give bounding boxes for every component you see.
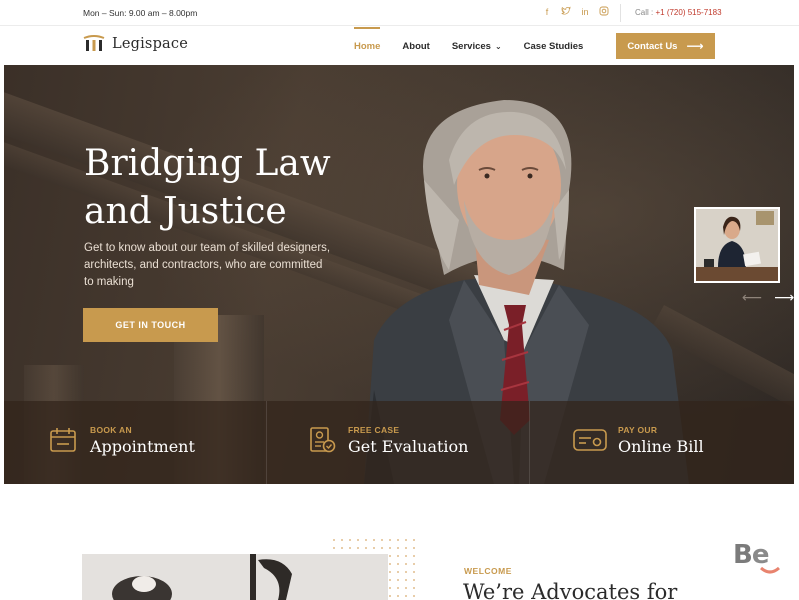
- hero-title: Bridging Law and Justice: [84, 140, 384, 236]
- feature-book-appointment[interactable]: BOOK AN Appointment: [4, 401, 267, 484]
- section-eyebrow: WELCOME: [464, 566, 512, 576]
- nav-item-case-studies[interactable]: Case Studies: [524, 27, 584, 65]
- brand-logo[interactable]: Legispace: [82, 35, 188, 53]
- next-slide-thumbnail[interactable]: [694, 207, 780, 283]
- feature-title: Online Bill: [618, 437, 704, 456]
- opening-hours: Mon – Sun: 9.00 am – 8.00pm: [83, 8, 198, 18]
- pillars-logo-icon: [83, 35, 105, 51]
- feature-online-bill[interactable]: PAY OUR Online Bill: [530, 401, 794, 484]
- nav-item-about[interactable]: About: [402, 27, 429, 65]
- hero-title-line: and Justice: [84, 191, 287, 232]
- contact-us-label: Contact Us: [627, 40, 678, 52]
- section-heading: We’re Advocates for: [463, 580, 678, 600]
- about-image: [82, 554, 388, 600]
- hero-description: Get to know about our team of skilled de…: [84, 242, 331, 288]
- feature-strip: BOOK AN Appointment FREE CASE Get Evalua…: [4, 401, 794, 484]
- nav-item-home[interactable]: Home: [354, 27, 381, 65]
- feature-free-evaluation[interactable]: FREE CASE Get Evaluation: [267, 401, 530, 484]
- slider-controls: ⟵ ⟶: [742, 289, 794, 306]
- nav-label: Case Studies: [523, 40, 584, 52]
- feature-title: Appointment: [90, 437, 195, 456]
- feature-eyebrow: BOOK AN: [90, 425, 132, 435]
- feature-title: Get Evaluation: [348, 437, 469, 456]
- arrow-right-icon: ⟶: [686, 39, 704, 53]
- next-arrow-icon[interactable]: ⟶: [774, 289, 794, 306]
- nav-item-services[interactable]: Services ⌄: [452, 27, 502, 65]
- scales-of-justice-image: [82, 554, 388, 600]
- chevron-down-icon: ⌄: [494, 41, 502, 51]
- calendar-icon: [50, 428, 76, 452]
- get-in-touch-button[interactable]: GET IN TOUCH: [83, 308, 218, 342]
- facebook-icon[interactable]: f: [542, 6, 552, 18]
- top-info-bar: Mon – Sun: 9.00 am – 8.00pm f in Call : …: [0, 0, 799, 26]
- instagram-icon[interactable]: [599, 6, 609, 18]
- phone-number[interactable]: +1 (720) 515-7183: [655, 8, 721, 17]
- woman-at-desk-image: [696, 209, 778, 281]
- hero-title-line: Bridging Law: [84, 143, 331, 184]
- nav-label: Home: [354, 40, 381, 52]
- brand-name: Legispace: [112, 36, 188, 52]
- feature-eyebrow: FREE CASE: [348, 425, 400, 435]
- call-label: Call :: [635, 8, 654, 17]
- phone-contact[interactable]: Call : +1 (720) 515-7183: [635, 8, 722, 17]
- main-navigation: Legispace Home About Services ⌄ Case Stud…: [0, 27, 799, 65]
- behance-watermark-logo: Be: [733, 540, 780, 574]
- contact-us-button[interactable]: Contact Us ⟶: [616, 33, 715, 59]
- linkedin-icon[interactable]: in: [580, 6, 590, 18]
- nav-menu: Home About Services ⌄ Case Studies: [354, 27, 605, 65]
- nav-label: About: [402, 40, 430, 52]
- social-links: f in: [542, 6, 609, 18]
- feature-eyebrow: PAY OUR: [618, 425, 658, 435]
- twitter-icon[interactable]: [561, 6, 571, 18]
- hero-section: Bridging Law and Justice Get to know abo…: [4, 65, 794, 484]
- card-icon: [573, 429, 607, 451]
- divider: [620, 4, 621, 22]
- document-check-icon: [310, 427, 336, 453]
- prev-arrow-icon[interactable]: ⟵: [742, 289, 762, 306]
- nav-label: Services: [451, 40, 491, 52]
